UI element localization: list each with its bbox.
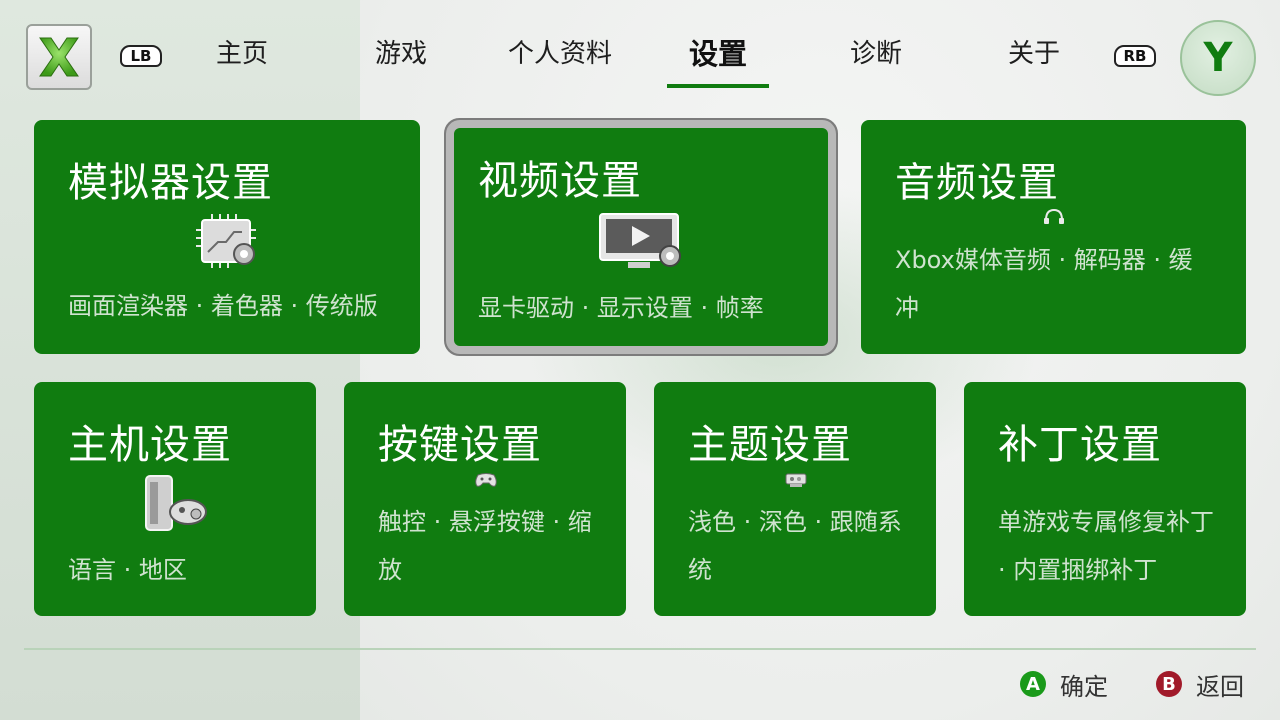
xbox-logo-icon[interactable]: [26, 24, 92, 90]
card-theme-settings[interactable]: 主题设置 浅色 · 深色 · 跟随系统: [654, 382, 936, 616]
confirm-label: 确定: [1060, 672, 1108, 701]
card-console-settings[interactable]: 主机设置 语言 · 地区: [34, 382, 316, 616]
card-title: 主题设置: [688, 422, 852, 468]
card-title: 音频设置: [895, 160, 1059, 206]
card-desc: 显卡驱动 · 显示设置 · 帧率: [478, 294, 764, 322]
card-key-settings[interactable]: 按键设置 触控 · 悬浮按键 · 缩放: [344, 382, 626, 616]
back-hint[interactable]: B 返回: [1156, 666, 1244, 702]
lb-bumper-icon[interactable]: LB: [120, 45, 162, 67]
tab-profile[interactable]: 个人资料: [490, 34, 630, 74]
card-patch-settings[interactable]: 补丁设置 单游戏专属修复补丁 · 内置捆绑补丁: [964, 382, 1246, 616]
card-desc: 画面渲染器 · 着色器 · 传统版: [68, 292, 378, 320]
y-button-avatar[interactable]: Y: [1180, 20, 1256, 96]
b-button-icon: B: [1156, 671, 1182, 697]
tab-home[interactable]: 主页: [172, 34, 312, 74]
gamepad-icon: [474, 472, 498, 492]
card-audio-settings[interactable]: 音频设置 Xbox媒体音频 · 解码器 · 缓冲: [861, 120, 1246, 354]
card-title: 视频设置: [478, 158, 642, 204]
tab-games[interactable]: 游戏: [331, 34, 471, 74]
card-desc: 语言 · 地区: [68, 556, 187, 584]
card-desc: 触控 · 悬浮按键 · 缩放: [378, 508, 592, 584]
monitor-play-icon: [598, 212, 684, 276]
card-video-settings[interactable]: 视频设置 显卡驱动 · 显示设置 · 帧率: [454, 128, 828, 346]
card-title: 主机设置: [68, 422, 232, 468]
card-emulator-settings[interactable]: 模拟器设置 画面渲染器 · 着色器 · 传统版: [34, 120, 420, 354]
confirm-hint[interactable]: A 确定: [1020, 666, 1108, 702]
card-desc: Xbox媒体音频 · 解码器 · 缓冲: [895, 246, 1193, 322]
card-desc: 浅色 · 深色 · 跟随系统: [688, 508, 902, 584]
console-icon: [144, 472, 210, 538]
footer-divider: [24, 648, 1256, 650]
palette-icon: [784, 472, 808, 492]
active-tab-indicator: [667, 84, 769, 88]
card-desc: 单游戏专属修复补丁 · 内置捆绑补丁: [998, 508, 1214, 584]
tab-diagnostics[interactable]: 诊断: [806, 34, 946, 74]
headset-icon: [1043, 208, 1065, 230]
tab-about[interactable]: 关于: [964, 34, 1104, 74]
tab-settings[interactable]: 设置: [648, 34, 788, 74]
chip-gear-icon: [194, 212, 262, 274]
card-title: 按键设置: [378, 422, 542, 468]
card-title: 补丁设置: [998, 422, 1162, 468]
a-button-icon: A: [1020, 671, 1046, 697]
back-label: 返回: [1196, 672, 1244, 701]
card-title: 模拟器设置: [68, 160, 273, 206]
rb-bumper-icon[interactable]: RB: [1114, 45, 1156, 67]
